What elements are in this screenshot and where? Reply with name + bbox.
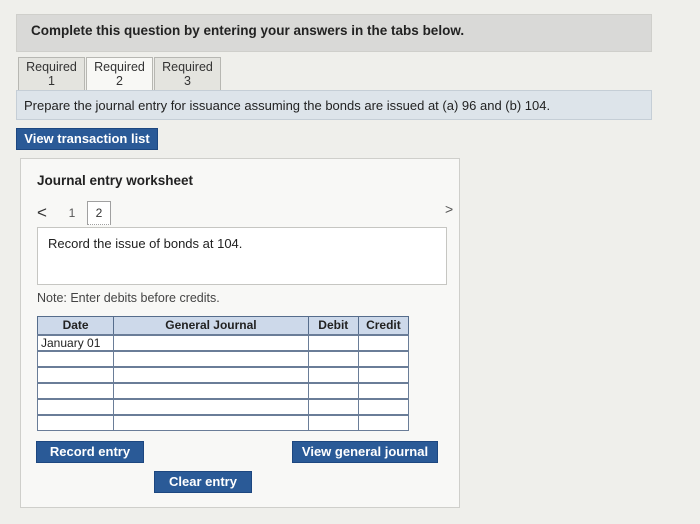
tab-number: 1 bbox=[48, 74, 55, 88]
date-cell[interactable] bbox=[36, 349, 115, 367]
page-2-current[interactable]: 2 bbox=[87, 201, 111, 225]
credit-cell[interactable] bbox=[357, 381, 410, 399]
credit-cell[interactable] bbox=[357, 365, 410, 383]
view-general-journal-button[interactable]: View general journal bbox=[292, 441, 438, 463]
tab-required-3[interactable]: Required 3 bbox=[154, 57, 221, 90]
account-cell[interactable] bbox=[113, 349, 309, 367]
view-transaction-list-button[interactable]: View transaction list bbox=[16, 128, 158, 150]
credit-cell[interactable] bbox=[357, 413, 410, 431]
debit-cell[interactable] bbox=[307, 413, 359, 431]
debits-note: Note: Enter debits before credits. bbox=[37, 291, 220, 305]
account-cell[interactable] bbox=[113, 381, 309, 399]
tab-label: Required bbox=[162, 60, 213, 74]
debit-cell[interactable] bbox=[307, 397, 359, 415]
page-1-link[interactable]: 1 bbox=[61, 206, 83, 220]
chevron-left-icon[interactable]: < bbox=[37, 203, 61, 223]
tab-number: 3 bbox=[184, 74, 191, 88]
column-header-general-journal: General Journal bbox=[113, 316, 309, 335]
date-cell[interactable] bbox=[36, 397, 115, 415]
debit-cell[interactable] bbox=[307, 333, 359, 351]
chevron-right-icon[interactable]: > bbox=[445, 201, 453, 217]
column-header-debit: Debit bbox=[307, 316, 359, 335]
credit-cell[interactable] bbox=[357, 349, 410, 367]
debit-cell[interactable] bbox=[307, 365, 359, 383]
table-row bbox=[36, 397, 410, 415]
question-instruction: Prepare the journal entry for issuance a… bbox=[16, 90, 652, 120]
tab-required-1[interactable]: Required 1 bbox=[18, 57, 85, 90]
account-cell[interactable] bbox=[113, 333, 309, 351]
date-cell[interactable] bbox=[36, 413, 115, 431]
instructions-banner: Complete this question by entering your … bbox=[16, 14, 652, 52]
tab-label: Required bbox=[94, 60, 145, 74]
credit-cell[interactable] bbox=[357, 333, 410, 351]
account-cell[interactable] bbox=[113, 413, 309, 431]
column-header-credit: Credit bbox=[357, 316, 410, 335]
credit-cell[interactable] bbox=[357, 397, 410, 415]
tab-label: Required bbox=[26, 60, 77, 74]
clear-entry-button[interactable]: Clear entry bbox=[154, 471, 252, 493]
table-row bbox=[36, 365, 410, 383]
record-description: Record the issue of bonds at 104. bbox=[37, 227, 447, 285]
tab-required-2[interactable]: Required 2 bbox=[86, 57, 153, 90]
table-row bbox=[36, 349, 410, 367]
worksheet-pager: < 1 2 bbox=[37, 201, 111, 225]
date-cell[interactable] bbox=[36, 365, 115, 383]
account-cell[interactable] bbox=[113, 365, 309, 383]
table-row bbox=[36, 381, 410, 399]
date-cell[interactable] bbox=[36, 381, 115, 399]
account-cell[interactable] bbox=[113, 397, 309, 415]
table-row bbox=[36, 413, 410, 431]
required-tabs: Required 1 Required 2 Required 3 bbox=[18, 57, 221, 90]
debit-cell[interactable] bbox=[307, 349, 359, 367]
journal-table: Date General Journal Debit Credit Januar… bbox=[36, 316, 410, 431]
tab-number: 2 bbox=[116, 74, 123, 88]
debit-cell[interactable] bbox=[307, 381, 359, 399]
date-cell[interactable]: January 01 bbox=[36, 333, 115, 351]
table-row: January 01 bbox=[36, 333, 410, 351]
worksheet-title: Journal entry worksheet bbox=[37, 173, 194, 188]
column-header-date: Date bbox=[36, 316, 115, 335]
record-entry-button[interactable]: Record entry bbox=[36, 441, 144, 463]
